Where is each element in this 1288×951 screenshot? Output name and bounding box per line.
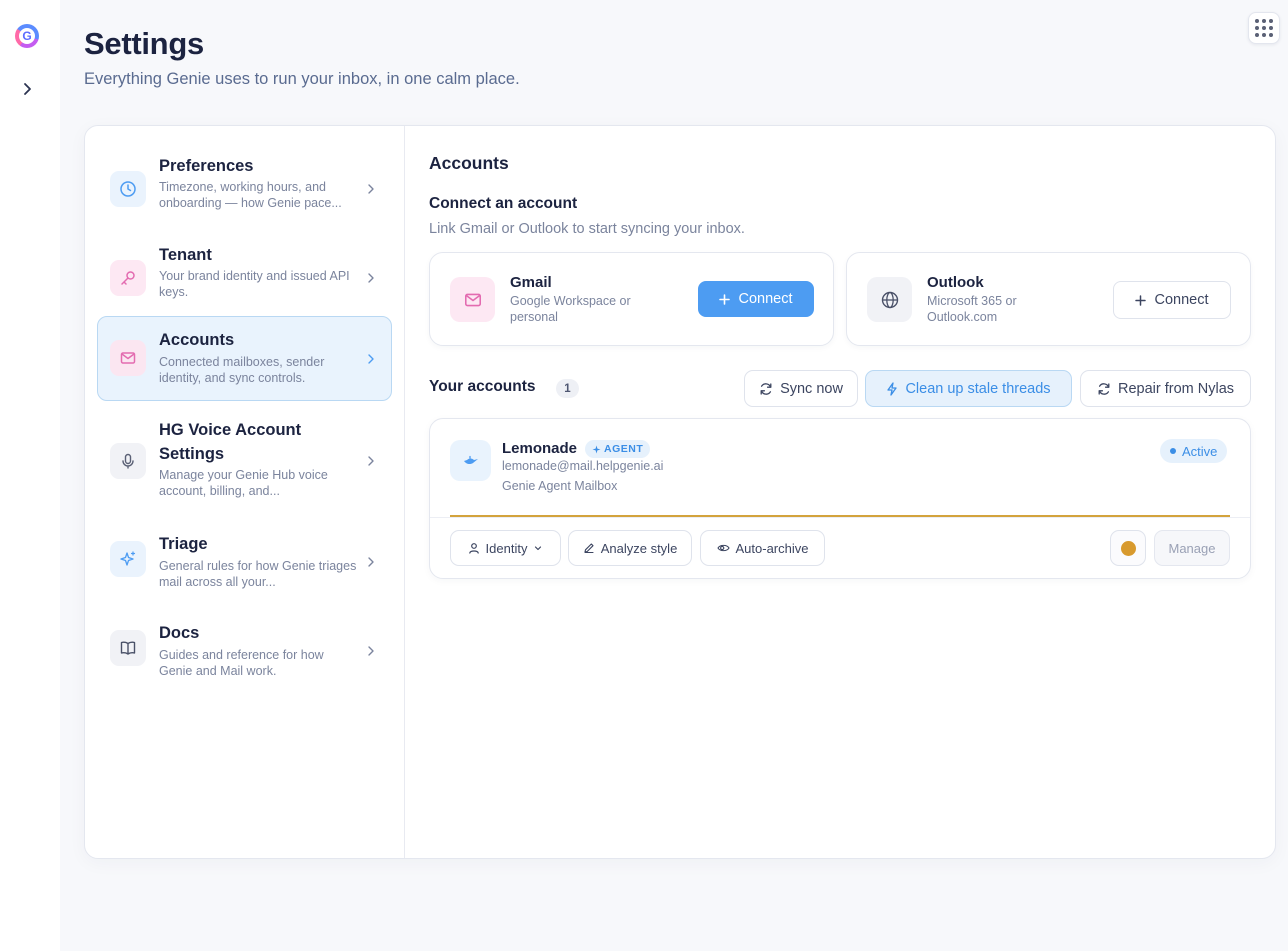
chevron-right-icon [368, 273, 374, 283]
nav-item-title: Preferences [159, 157, 254, 175]
plus-icon [1135, 294, 1147, 306]
account-email: lemonade@mail.helpgenie.ai [502, 459, 664, 473]
nav-item-title: HG Voice Account Settings [159, 421, 302, 463]
connect-title: Connect an account [429, 195, 578, 212]
page-subtitle: Everything Genie uses to run your inbox,… [84, 70, 520, 88]
chevron-right-icon [368, 456, 374, 466]
manage-button[interactable]: Manage [1154, 530, 1230, 566]
button-label: Sync now [780, 380, 843, 397]
lightning-icon [887, 381, 898, 396]
account-type: Genie Agent Mailbox [502, 479, 618, 493]
nav-item-triage[interactable]: Triage General rules for how Genie triag… [97, 517, 392, 597]
nav-item-desc: Your brand identity and issued API keys. [159, 269, 350, 299]
page-title: Settings [84, 26, 204, 61]
eye-icon [716, 544, 730, 552]
nav-item-desc: Timezone, working hours, and onboarding … [159, 180, 342, 210]
connect-outlook-button[interactable]: Connect [1113, 281, 1231, 319]
accounts-count-badge: 1 [556, 379, 579, 398]
button-label: Repair from Nylas [1117, 380, 1235, 397]
expand-sidebar-button[interactable] [17, 79, 37, 99]
chevron-right-icon [24, 83, 31, 95]
gmail-card: Gmail Google Workspace or personal Conne… [429, 252, 834, 346]
nav-item-docs[interactable]: Docs Guides and reference for how Genie … [97, 606, 392, 686]
button-label: Connect [1154, 292, 1209, 308]
app-rail: G [0, 0, 60, 951]
chip-label: Identity [485, 540, 528, 556]
auto-archive-button[interactable]: Auto-archive [700, 530, 825, 566]
settings-panel: Preferences Timezone, working hours, and… [84, 125, 1276, 859]
section-title: Accounts [429, 153, 509, 173]
nav-item-desc: Connected mailboxes, sender identity, an… [159, 355, 325, 385]
chevron-right-icon [368, 184, 374, 194]
genie-lamp-icon [450, 440, 491, 481]
sparkles-icon [110, 541, 146, 577]
badge-label: AGENT [604, 443, 644, 455]
book-icon [110, 630, 146, 666]
account-color-button[interactable] [1110, 530, 1146, 566]
clean-up-stale-threads-button[interactable]: Clean up stale threads [865, 370, 1072, 407]
refresh-icon [1098, 382, 1110, 395]
chevron-down-icon [535, 546, 542, 551]
nav-item-desc: Guides and reference for how Genie and M… [159, 648, 324, 678]
nav-item-desc: General rules for how Genie triages mail… [159, 559, 357, 589]
agent-badge: AGENT [585, 440, 651, 458]
key-icon [110, 260, 146, 296]
repair-from-nylas-button[interactable]: Repair from Nylas [1080, 370, 1251, 407]
your-accounts-title: Your accounts [429, 378, 536, 395]
refresh-icon [760, 382, 772, 395]
provider-desc: Microsoft 365 or Outlook.com [927, 294, 1017, 324]
apps-grid-button[interactable] [1248, 12, 1280, 44]
mail-icon [110, 340, 146, 376]
color-swatch [1120, 540, 1136, 556]
connect-desc: Link Gmail or Outlook to start syncing y… [429, 221, 745, 237]
outlook-card: Outlook Microsoft 365 or Outlook.com Con… [846, 252, 1251, 346]
provider-name: Outlook [927, 274, 984, 291]
account-name: Lemonade [502, 440, 578, 457]
chevron-right-icon [368, 354, 374, 364]
chevron-right-icon [368, 557, 374, 567]
accounts-content: Accounts Connect an account Link Gmail o… [429, 126, 1253, 858]
globe-icon [867, 277, 912, 322]
account-card: Lemonade AGENT lemonade@mail.helpgenie.a… [429, 418, 1251, 579]
plus-icon [719, 293, 731, 305]
sync-now-button[interactable]: Sync now [744, 370, 858, 407]
clock-icon [110, 171, 146, 207]
user-icon [468, 543, 479, 554]
analyze-style-button[interactable]: Analyze style [568, 530, 692, 566]
sparkle-icon [592, 445, 601, 453]
app-logo[interactable]: G [15, 24, 39, 48]
pencil-icon [584, 543, 594, 554]
provider-name: Gmail [510, 274, 552, 291]
chip-label: Auto-archive [735, 540, 809, 556]
identity-dropdown[interactable]: Identity [450, 530, 561, 566]
status-badge: Active [1160, 439, 1228, 463]
nav-item-preferences[interactable]: Preferences Timezone, working hours, and… [97, 148, 392, 228]
nav-item-hg-voice[interactable]: HG Voice Account Settings Manage your Ge… [97, 415, 392, 505]
logo-letter: G [19, 28, 35, 44]
settings-nav: Preferences Timezone, working hours, and… [85, 126, 405, 858]
microphone-icon [110, 443, 146, 479]
nav-item-desc: Manage your Genie Hub voice account, bil… [159, 468, 328, 498]
nav-item-accounts[interactable]: Accounts Connected mailboxes, sender ide… [97, 316, 392, 401]
connect-gmail-button[interactable]: Connect [698, 281, 814, 317]
nav-item-title: Accounts [159, 331, 235, 349]
chip-label: Analyze style [600, 540, 678, 556]
button-label: Connect [738, 291, 793, 307]
nav-item-title: Docs [159, 624, 200, 642]
status-label: Active [1182, 443, 1218, 459]
nav-item-tenant[interactable]: Tenant Your brand identity and issued AP… [97, 237, 392, 317]
provider-desc: Google Workspace or personal [510, 294, 631, 324]
nav-item-title: Triage [159, 535, 208, 553]
mail-icon [450, 277, 495, 322]
nav-item-title: Tenant [159, 246, 212, 264]
divider [430, 517, 1250, 518]
button-label: Clean up stale threads [905, 380, 1051, 397]
status-dot [1170, 448, 1176, 454]
chevron-right-icon [368, 646, 374, 656]
